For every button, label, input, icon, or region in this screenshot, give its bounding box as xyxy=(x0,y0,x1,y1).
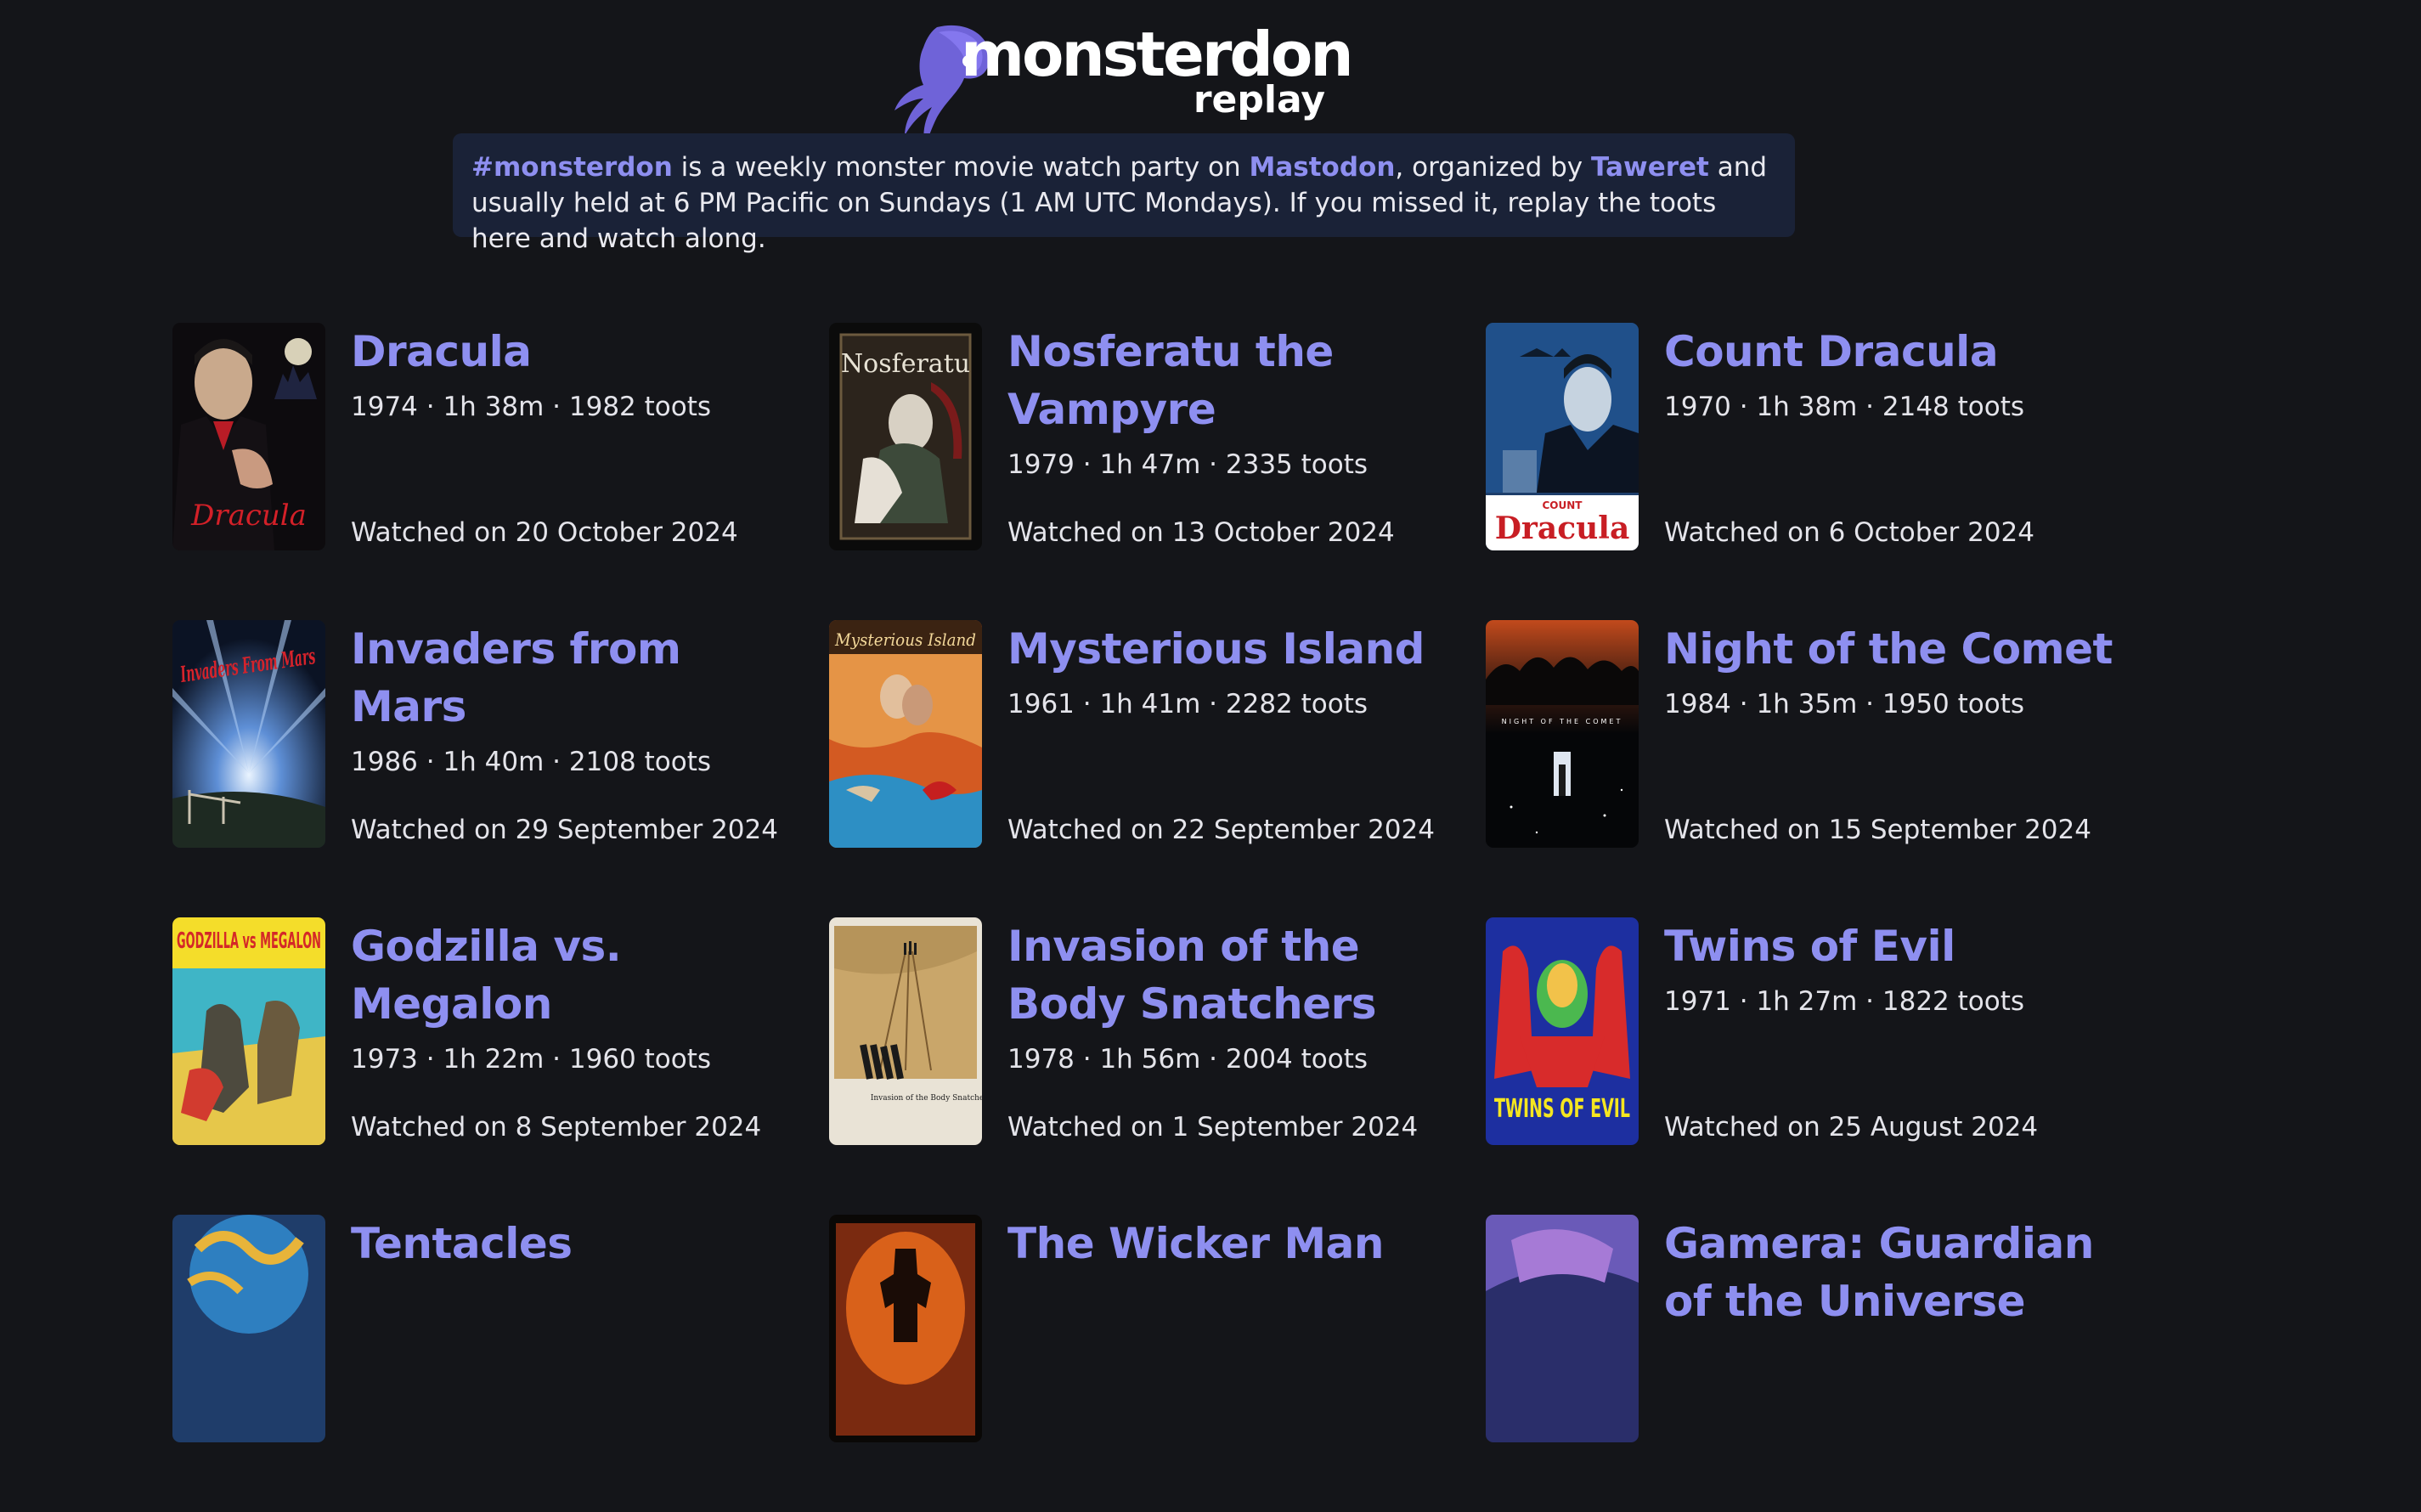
movie-title-link[interactable]: Count Dracula xyxy=(1664,323,2123,381)
watched-date: Watched on 29 September 2024 xyxy=(351,815,778,845)
movie-info: Invasion of the Body Snatchers 1978 · 1h… xyxy=(1007,917,1466,1145)
movie-info: Night of the Comet 1984 · 1h 35m · 1950 … xyxy=(1664,620,2123,848)
nosferatu-poster[interactable]: Nosferatu xyxy=(829,323,982,550)
movie-meta: 1986 · 1h 40m · 2108 toots xyxy=(351,747,712,777)
watched-date: Watched on 8 September 2024 xyxy=(351,1112,762,1142)
dracula-poster[interactable]: Dracula xyxy=(172,323,325,550)
poster-title: Nosferatu xyxy=(841,349,970,379)
twins-poster[interactable]: TWINS OF EVIL xyxy=(1486,917,1639,1145)
movie-meta: 1971 · 1h 27m · 1822 toots xyxy=(1664,986,2025,1017)
logo-wordmark: monsterdon xyxy=(961,19,1354,90)
movie-info: Dracula 1974 · 1h 38m · 1982 toots Watch… xyxy=(351,323,810,550)
movie-title-link[interactable]: Mysterious Island xyxy=(1007,620,1466,678)
movie-grid: Dracula Dracula 1974 · 1h 38m · 1982 too… xyxy=(172,323,2142,1512)
movie-meta: 1979 · 1h 47m · 2335 toots xyxy=(1007,449,1369,480)
movie-card: Mysterious Island Mysterious Island 1961… xyxy=(829,620,1486,917)
movie-title-link[interactable]: Invasion of the Body Snatchers xyxy=(1007,917,1466,1033)
movie-info: Gamera: Guardian of the Universe xyxy=(1664,1215,2123,1442)
comet-poster[interactable]: NIGHT OF THE COMET xyxy=(1486,620,1639,848)
poster-title: Dracula xyxy=(1495,511,1630,546)
movie-card: Tentacles xyxy=(172,1215,829,1512)
organizer-link[interactable]: Taweret xyxy=(1591,152,1709,183)
movie-title-link[interactable]: Twins of Evil xyxy=(1664,917,2123,975)
poster-title: Invasion of the Body Snatchers xyxy=(871,1094,982,1103)
movie-title-link[interactable]: Tentacles xyxy=(351,1215,810,1272)
movie-info: Count Dracula 1970 · 1h 38m · 2148 toots… xyxy=(1664,323,2123,550)
movie-card: Dracula Dracula 1974 · 1h 38m · 1982 too… xyxy=(172,323,829,620)
logo-subtitle: replay xyxy=(1193,78,1325,121)
movie-meta: 1974 · 1h 38m · 1982 toots xyxy=(351,392,712,422)
watched-date: Watched on 25 August 2024 xyxy=(1664,1112,2039,1142)
movie-card: NIGHT OF THE COMET Night of the Comet 19… xyxy=(1486,620,2142,917)
godzilla-poster[interactable]: GODZILLA vs MEGALON xyxy=(172,917,325,1145)
movie-title-link[interactable]: The Wicker Man xyxy=(1007,1215,1466,1272)
movie-card: GODZILLA vs MEGALON Godzilla vs. Megalon… xyxy=(172,917,829,1215)
movie-info: Twins of Evil 1971 · 1h 27m · 1822 toots… xyxy=(1664,917,2123,1145)
svg-text:COUNT: COUNT xyxy=(1543,499,1583,511)
movie-meta: 1984 · 1h 35m · 1950 toots xyxy=(1664,689,2025,719)
poster-title: Dracula xyxy=(190,499,307,533)
movie-title-link[interactable]: Gamera: Guardian of the Universe xyxy=(1664,1215,2123,1330)
mysterious-island-poster[interactable]: Mysterious Island xyxy=(829,620,982,848)
movie-card: COUNT Dracula Count Dracula 1970 · 1h 38… xyxy=(1486,323,2142,620)
movie-card: Nosferatu Nosferatu the Vampyre 1979 · 1… xyxy=(829,323,1486,620)
gamera-poster[interactable] xyxy=(1486,1215,1639,1442)
hashtag-link[interactable]: #monsterdon xyxy=(471,152,673,183)
count-dracula-poster[interactable]: COUNT Dracula xyxy=(1486,323,1639,550)
watched-date: Watched on 20 October 2024 xyxy=(351,517,738,548)
movie-card: Invasion of the Body Snatchers Invasion … xyxy=(829,917,1486,1215)
movie-title-link[interactable]: Nosferatu the Vampyre xyxy=(1007,323,1466,438)
tentacles-poster[interactable] xyxy=(172,1215,325,1442)
movie-info: Mysterious Island 1961 · 1h 41m · 2282 t… xyxy=(1007,620,1466,848)
movie-info: The Wicker Man xyxy=(1007,1215,1466,1442)
movie-meta: 1970 · 1h 38m · 2148 toots xyxy=(1664,392,2025,422)
poster-title: Mysterious Island xyxy=(834,629,976,650)
movie-meta: 1973 · 1h 22m · 1960 toots xyxy=(351,1044,712,1075)
movie-card: Invaders From Mars Invaders from Mars 19… xyxy=(172,620,829,917)
watched-date: Watched on 13 October 2024 xyxy=(1007,517,1395,548)
movie-info: Godzilla vs. Megalon 1973 · 1h 22m · 196… xyxy=(351,917,810,1145)
site-logo[interactable]: monsterdon replay xyxy=(886,24,1354,148)
poster-title: NIGHT OF THE COMET xyxy=(1502,718,1623,725)
poster-title: GODZILLA vs MEGALON xyxy=(177,928,321,954)
movie-title-link[interactable]: Night of the Comet xyxy=(1664,620,2123,678)
movie-info: Tentacles xyxy=(351,1215,810,1442)
watched-date: Watched on 1 September 2024 xyxy=(1007,1112,1419,1142)
movie-info: Invaders from Mars 1986 · 1h 40m · 2108 … xyxy=(351,620,810,848)
body-snatchers-poster[interactable]: Invasion of the Body Snatchers xyxy=(829,917,982,1145)
movie-card: The Wicker Man xyxy=(829,1215,1486,1512)
movie-meta: 1961 · 1h 41m · 2282 toots xyxy=(1007,689,1369,719)
movie-card: Gamera: Guardian of the Universe xyxy=(1486,1215,2142,1512)
watched-date: Watched on 22 September 2024 xyxy=(1007,815,1435,845)
movie-info: Nosferatu the Vampyre 1979 · 1h 47m · 23… xyxy=(1007,323,1466,550)
invaders-poster[interactable]: Invaders From Mars xyxy=(172,620,325,848)
movie-card: TWINS OF EVIL Twins of Evil 1971 · 1h 27… xyxy=(1486,917,2142,1215)
movie-meta: 1978 · 1h 56m · 2004 toots xyxy=(1007,1044,1369,1075)
intro-banner: #monsterdon is a weekly monster movie wa… xyxy=(453,133,1795,254)
poster-title: TWINS OF EVIL xyxy=(1494,1094,1630,1124)
mastodon-link[interactable]: Mastodon xyxy=(1250,152,1396,183)
intro-text-1: is a weekly monster movie watch party on xyxy=(672,152,1250,183)
movie-title-link[interactable]: Godzilla vs. Megalon xyxy=(351,917,810,1033)
movie-title-link[interactable]: Dracula xyxy=(351,323,810,381)
watched-date: Watched on 6 October 2024 xyxy=(1664,517,2034,548)
watched-date: Watched on 15 September 2024 xyxy=(1664,815,2091,845)
movie-title-link[interactable]: Invaders from Mars xyxy=(351,620,810,736)
wicker-man-poster[interactable] xyxy=(829,1215,982,1442)
intro-text-2: , organized by xyxy=(1395,152,1591,183)
